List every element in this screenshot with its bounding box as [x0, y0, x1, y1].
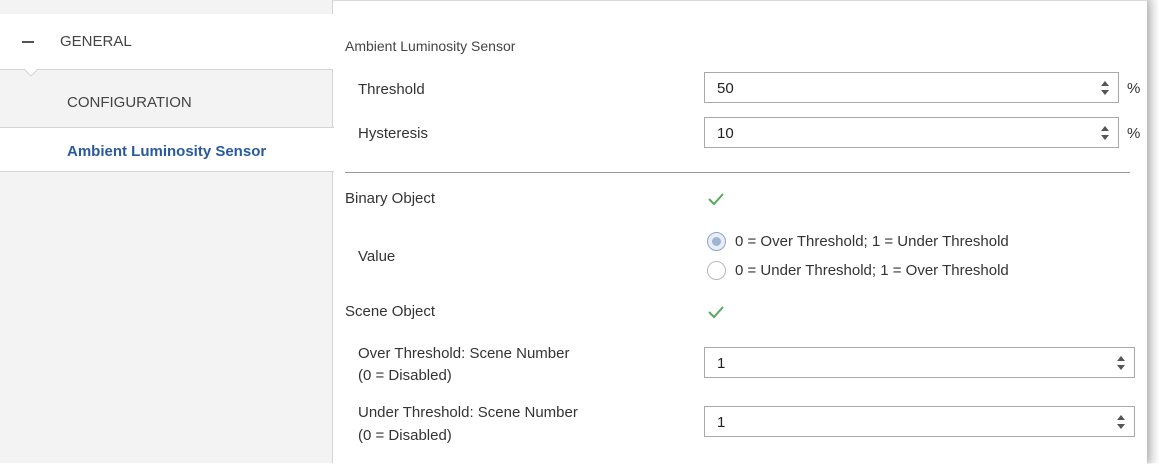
binary-object-label: Binary Object — [345, 190, 436, 207]
threshold-label: Threshold — [358, 81, 425, 98]
over-scene-label-line2: (0 = Disabled) — [358, 367, 452, 384]
hysteresis-input[interactable]: 10 — [704, 117, 1119, 148]
collapse-icon[interactable] — [22, 41, 34, 43]
main-panel: Ambient Luminosity Sensor Threshold 50 %… — [333, 0, 1147, 463]
threshold-unit: % — [1127, 80, 1141, 97]
sidebar-item-label: CONFIGURATION — [67, 94, 192, 111]
threshold-value: 50 — [717, 80, 734, 97]
sidebar-group-label: GENERAL — [60, 33, 132, 50]
value-label: Value — [358, 248, 396, 265]
scene-object-checkbox[interactable] — [707, 303, 725, 321]
divider — [345, 172, 1130, 173]
sidebar-group-general[interactable]: GENERAL — [0, 14, 333, 70]
under-scene-label-line2: (0 = Disabled) — [358, 427, 452, 444]
sidebar-item-configuration[interactable]: CONFIGURATION — [0, 80, 333, 124]
sidebar: GENERAL CONFIGURATION Ambient Luminosity… — [0, 0, 334, 463]
binary-object-checkbox[interactable] — [707, 190, 725, 208]
sidebar-item-label: Ambient Luminosity Sensor — [67, 143, 267, 160]
hysteresis-label: Hysteresis — [358, 125, 429, 142]
radio-label: 0 = Under Threshold; 1 = Over Threshold — [735, 262, 1009, 279]
section-title: Ambient Luminosity Sensor — [345, 38, 516, 54]
spinner-icon[interactable] — [1116, 414, 1126, 430]
radio-over-threshold[interactable] — [707, 232, 726, 251]
under-scene-input[interactable]: 1 — [704, 406, 1135, 437]
radio-label: 0 = Over Threshold; 1 = Under Threshold — [735, 233, 1009, 250]
over-scene-input[interactable]: 1 — [704, 347, 1135, 378]
under-scene-label-line1: Under Threshold: Scene Number — [358, 404, 578, 421]
under-scene-value: 1 — [717, 414, 726, 431]
spinner-icon[interactable] — [1100, 80, 1110, 96]
over-scene-value: 1 — [717, 355, 726, 372]
spinner-icon[interactable] — [1116, 355, 1126, 371]
spinner-icon[interactable] — [1100, 125, 1110, 141]
window-shadow — [1147, 0, 1159, 463]
hysteresis-value: 10 — [717, 125, 734, 142]
threshold-input[interactable]: 50 — [704, 72, 1119, 103]
radio-under-threshold[interactable] — [707, 261, 726, 280]
hysteresis-unit: % — [1127, 125, 1141, 142]
notch-icon — [24, 69, 38, 77]
over-scene-label-line1: Over Threshold: Scene Number — [358, 345, 570, 362]
sidebar-item-ambient-luminosity-sensor[interactable]: Ambient Luminosity Sensor — [0, 127, 334, 172]
scene-object-label: Scene Object — [345, 303, 436, 320]
